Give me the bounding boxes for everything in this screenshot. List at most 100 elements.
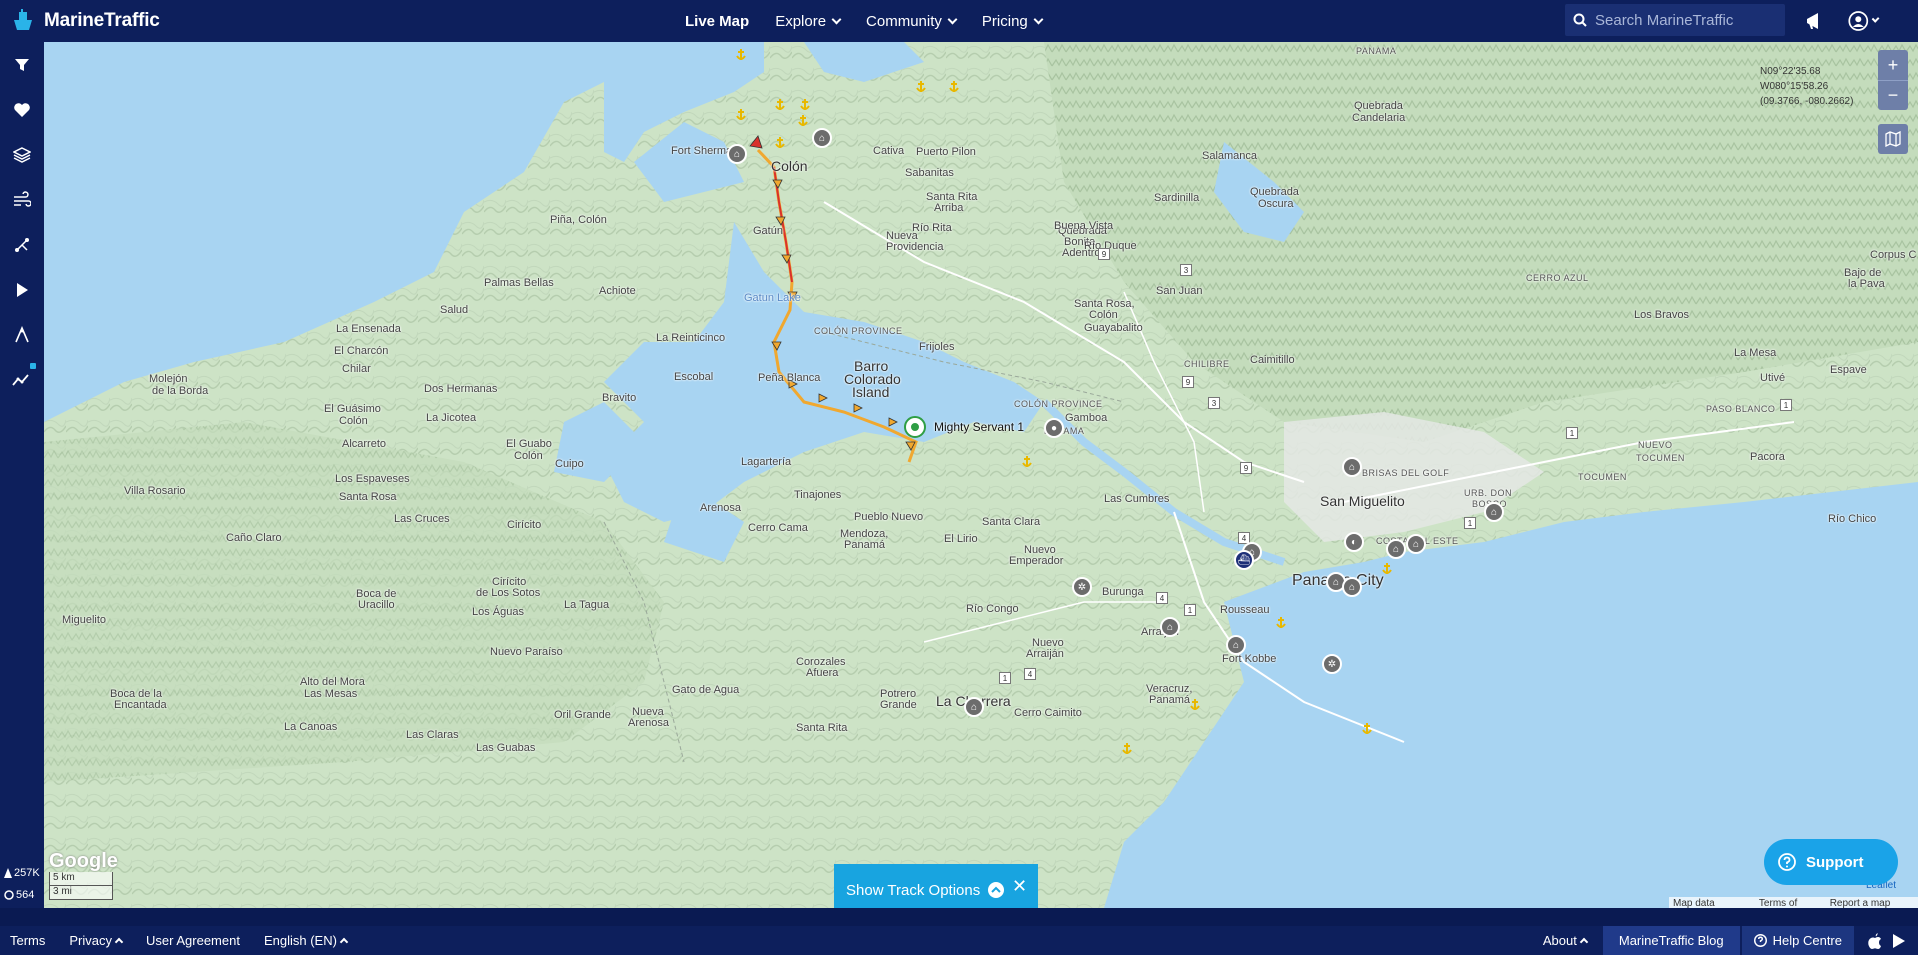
anchorage-icon[interactable] <box>914 80 928 94</box>
report-error-link[interactable]: Report a map error <box>1830 898 1914 908</box>
chevron-down-icon <box>1871 14 1880 24</box>
port-marker[interactable]: ⌂ <box>964 697 984 717</box>
port-marker[interactable]: ◐ <box>1344 532 1364 552</box>
footer-link-label: User Agreement <box>146 933 240 948</box>
support-button[interactable]: Support <box>1764 839 1898 885</box>
apple-app-link[interactable] <box>1868 932 1882 949</box>
vessel-count: 257K <box>0 862 44 884</box>
anchorage-icon[interactable] <box>1360 722 1374 736</box>
nav-label: Live Map <box>685 12 750 30</box>
anchorage-icon[interactable] <box>947 80 961 94</box>
map-type-button[interactable] <box>1878 124 1908 154</box>
chevron-down-icon <box>831 14 842 24</box>
terms-of-use-link[interactable]: Terms of Use <box>1759 898 1818 908</box>
port-marker[interactable]: ⌂ <box>1226 635 1246 655</box>
station-marker[interactable]: ✲ <box>1322 654 1342 674</box>
heart-icon <box>14 102 30 117</box>
layers-icon <box>13 146 31 163</box>
footer-help-centre-link[interactable]: Help Centre <box>1741 926 1854 955</box>
footer-about-link[interactable]: About <box>1542 933 1589 948</box>
footer-terms-link[interactable]: Terms <box>10 933 45 948</box>
footer: Terms Privacy User Agreement English (EN… <box>0 908 1918 955</box>
building-icon: ⌂ <box>970 701 978 713</box>
account-button[interactable] <box>1848 6 1880 36</box>
anchorage-icon[interactable] <box>773 136 787 150</box>
port-marker[interactable]: ⌂ <box>1342 457 1362 477</box>
live-map[interactable]: Fort Sherman Colón Cativa Puerto Pilon Saban… <box>44 42 1918 908</box>
footer-right: About MarineTraffic Blog Help Centre <box>1533 926 1918 955</box>
port-marker[interactable]: ⌂ <box>812 128 832 148</box>
road-number: 1 <box>1566 427 1578 439</box>
anchorage-icon[interactable] <box>796 114 810 128</box>
playback-button[interactable] <box>0 267 44 312</box>
nav-community[interactable]: Community <box>866 13 958 30</box>
measure-icon <box>15 325 29 342</box>
question-icon <box>1753 934 1767 947</box>
road-number: 1 <box>999 672 1011 684</box>
search-input[interactable] <box>1595 11 1775 29</box>
nav-label: Pricing <box>981 12 1028 30</box>
station-marker[interactable]: ✲ <box>1072 577 1092 597</box>
port-marker[interactable]: ⌂ <box>1160 617 1180 637</box>
port-marker[interactable]: ⌂ <box>1386 539 1406 559</box>
weather-button[interactable] <box>0 177 44 222</box>
measure-button[interactable] <box>0 312 44 357</box>
road-number: 9 <box>1182 376 1194 388</box>
footer-privacy-link[interactable]: Privacy <box>69 933 124 948</box>
zoom-out-button[interactable]: − <box>1878 80 1908 110</box>
footer-strip <box>0 908 1918 926</box>
layers-button[interactable] <box>0 132 44 177</box>
port-count-value: 564 <box>16 889 35 901</box>
search-box <box>1565 4 1785 36</box>
anchorage-icon[interactable] <box>1274 616 1288 630</box>
left-sidebar: 257K 564 <box>0 42 44 944</box>
google-play-link[interactable] <box>1892 933 1906 949</box>
track-options-label: Show Track Options <box>846 881 981 899</box>
port-marker[interactable]: ⌂ <box>1342 577 1362 597</box>
road-number: 3 <box>1208 397 1220 409</box>
chevron-up-icon <box>114 937 124 947</box>
footer-link-label: About <box>1542 933 1577 948</box>
anchorage-icon[interactable] <box>1020 455 1034 469</box>
show-track-options-button[interactable]: Show Track Options <box>834 864 1038 908</box>
filter-button[interactable] <box>0 42 44 87</box>
filter-icon <box>15 58 29 71</box>
close-track-options-button[interactable]: ✕ <box>1012 876 1027 897</box>
cursor-coordinates: N09°22'35.68 W080°15'58.26 (09.3766, -08… <box>1760 64 1853 109</box>
port-marker[interactable]: ⌂ <box>1484 502 1504 522</box>
coord-decimal: (09.3766, -080.2662) <box>1760 96 1854 107</box>
anchorage-icon[interactable] <box>1188 698 1202 712</box>
anchorage-icon[interactable] <box>734 48 748 62</box>
scale-km: 5 km <box>49 872 113 886</box>
road-number: 4 <box>1156 592 1168 604</box>
footer-link-label: Privacy <box>69 933 113 948</box>
nav-live-map[interactable]: Live Map <box>685 13 749 30</box>
routes-button[interactable] <box>0 222 44 267</box>
port-marker[interactable]: ⌂ <box>727 144 747 164</box>
vessel-name-label: Mighty Servant 1 <box>934 420 1025 434</box>
nav-pricing[interactable]: Pricing <box>981 12 1044 30</box>
apple-icon <box>1868 932 1881 949</box>
google-play-icon <box>1893 933 1905 948</box>
station-marker[interactable]: ● <box>1044 418 1064 438</box>
person-icon: ● <box>1050 422 1058 434</box>
language-selector[interactable]: English (EN) <box>264 933 349 948</box>
map-scale: 5 km 3 mi <box>49 872 113 900</box>
nav-explore[interactable]: Explore <box>775 13 842 30</box>
anchorage-icon[interactable] <box>734 108 748 122</box>
anchorage-icon[interactable] <box>773 98 787 112</box>
anchorage-icon[interactable] <box>798 98 812 112</box>
analytics-button[interactable] <box>0 357 44 402</box>
footer-user-agreement-link[interactable]: User Agreement <box>146 933 240 948</box>
notifications-button[interactable] <box>1800 6 1830 36</box>
port-marker-highlighted[interactable]: ⛴ <box>1234 550 1254 570</box>
fleets-button[interactable] <box>0 87 44 132</box>
footer-blog-link[interactable]: MarineTraffic Blog <box>1602 926 1740 955</box>
anchorage-icon[interactable] <box>1380 562 1394 576</box>
anchorage-icon[interactable] <box>1120 742 1134 756</box>
brand-logo[interactable]: MarineTraffic <box>10 8 190 34</box>
port-marker[interactable]: ⌂ <box>1406 534 1426 554</box>
building-icon: ⌂ <box>1412 538 1420 550</box>
zoom-in-button[interactable]: + <box>1878 50 1908 80</box>
selected-vessel-marker[interactable] <box>904 416 926 438</box>
